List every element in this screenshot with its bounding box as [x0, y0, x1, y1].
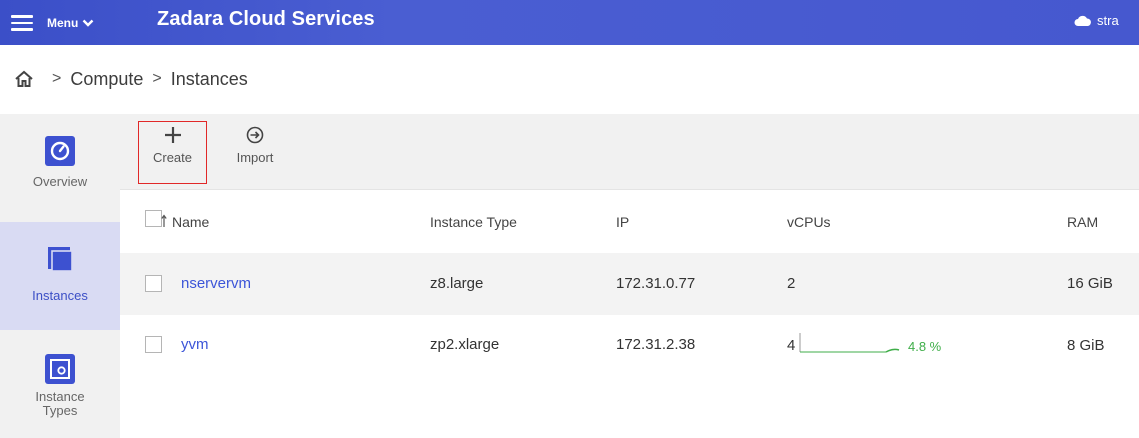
menu-button[interactable]: Menu	[11, 10, 94, 35]
create-label: Create	[152, 150, 193, 165]
home-icon[interactable]	[14, 70, 34, 88]
ram-value: 16 GiB	[1067, 275, 1113, 292]
sidebar-item-label: Instance Types	[35, 389, 85, 418]
table-header: Name Instance Type IP vCPUs RAM	[120, 191, 1139, 253]
row-checkbox[interactable]	[145, 275, 162, 292]
instance-name-link[interactable]: nservervm	[181, 275, 251, 292]
sidebar-item-instance-types[interactable]: Instance Types	[0, 330, 120, 438]
column-header-vcpus[interactable]: vCPUs	[787, 214, 831, 230]
instances-icon	[45, 245, 75, 275]
user-menu[interactable]: stra	[1074, 13, 1119, 28]
cpu-usage-sparkline	[799, 333, 900, 353]
sidebar-item-label: Instances	[32, 288, 88, 303]
main-content: Create Import Name Instance Type IP vCPU…	[120, 114, 1139, 438]
sidebar-item-overview[interactable]: Overview	[0, 114, 120, 222]
vcpus-value: 2	[787, 275, 796, 292]
instance-type-value: zp2.xlarge	[430, 336, 500, 353]
table-row[interactable]: nservervm z8.large 172.31.0.77 2 16 GiB	[120, 253, 1139, 315]
column-header-instance-type[interactable]: Instance Type	[430, 214, 517, 230]
sidebar-item-instances[interactable]: Instances	[0, 222, 120, 330]
instance-types-icon	[45, 354, 75, 384]
top-navigation-bar: Menu Zadara Cloud Services stra	[0, 0, 1139, 45]
create-button[interactable]: Create	[138, 121, 207, 184]
instance-name-link[interactable]: yvm	[181, 336, 209, 353]
sort-icon[interactable]	[161, 214, 171, 228]
breadcrumb-separator: >	[52, 70, 62, 87]
row-checkbox[interactable]	[145, 336, 162, 353]
ram-value: 8 GiB	[1067, 337, 1105, 354]
breadcrumb-instances: Instances	[170, 68, 248, 89]
table-row[interactable]: yvm zp2.xlarge 172.31.2.38 4 4.8 % 8 GiB	[120, 315, 1139, 377]
user-label: stra	[1097, 13, 1119, 28]
column-header-ip[interactable]: IP	[616, 214, 629, 230]
breadcrumb: > Compute > Instances	[14, 66, 248, 92]
chevron-down-icon	[82, 19, 94, 27]
breadcrumb-compute[interactable]: Compute	[70, 69, 143, 90]
sidebar: Overview Instances Instance Types	[0, 114, 120, 438]
sidebar-item-label: Overview	[32, 174, 88, 189]
cloud-icon	[1074, 15, 1091, 26]
cpu-usage-percent: 4.8 %	[908, 339, 942, 354]
column-header-name[interactable]: Name	[172, 214, 209, 230]
menu-label: Menu	[47, 15, 79, 30]
column-header-ram[interactable]: RAM	[1067, 214, 1098, 230]
import-icon	[246, 126, 264, 144]
plus-icon	[164, 127, 181, 143]
import-button[interactable]: Import	[229, 122, 281, 165]
ip-value: 172.31.0.77	[616, 275, 696, 292]
app-title: Zadara Cloud Services	[157, 8, 375, 30]
instance-type-value: z8.large	[430, 275, 484, 292]
gauge-icon	[45, 136, 75, 166]
hamburger-icon	[11, 14, 33, 31]
select-all-checkbox[interactable]	[145, 210, 162, 227]
breadcrumb-separator: >	[152, 70, 162, 87]
vcpus-value: 4	[787, 337, 796, 354]
import-label: Import	[236, 150, 274, 165]
ip-value: 172.31.2.38	[616, 336, 696, 353]
toolbar: Create Import	[120, 114, 1139, 190]
